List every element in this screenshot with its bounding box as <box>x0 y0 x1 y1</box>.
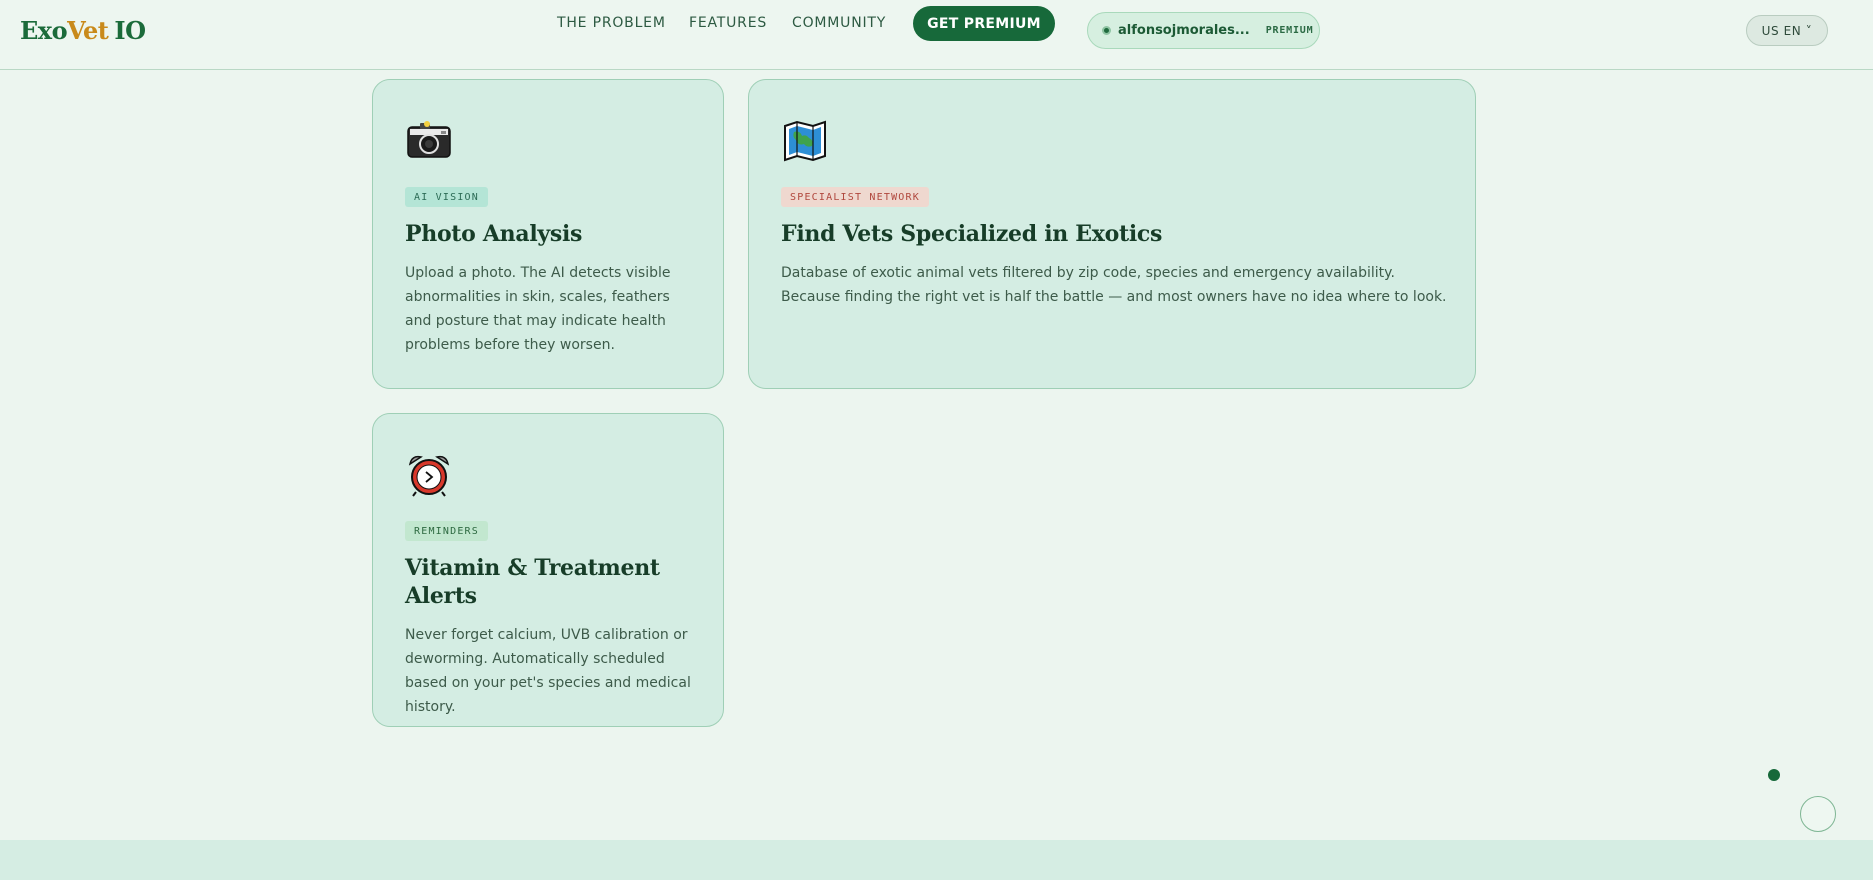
feature-card-find-vets: SPECIALIST NETWORK Find Vets Specialized… <box>748 79 1476 389</box>
card-title: Photo Analysis <box>405 221 583 247</box>
get-premium-button[interactable]: GET PREMIUM <box>913 6 1055 41</box>
nav-the-problem[interactable]: THE PROBLEM <box>557 15 666 31</box>
card-tag: AI VISION <box>405 187 488 207</box>
premium-badge: PREMIUM <box>1265 25 1314 36</box>
floating-action-button[interactable] <box>1800 796 1836 832</box>
card-title: Vitamin & Treatment Alerts <box>405 555 660 609</box>
language-selector[interactable]: US EN ˅ <box>1746 15 1828 46</box>
online-status-dot <box>1102 26 1111 35</box>
logo-part-io: IO <box>114 16 146 45</box>
camera-icon <box>407 121 451 158</box>
card-description: Upload a photo. The AI detects visible a… <box>405 265 671 353</box>
card-description: Database of exotic animal vets filtered … <box>781 265 1447 305</box>
feature-card-vitamin-alerts: REMINDERS Vitamin & Treatment Alerts Nev… <box>372 413 724 727</box>
user-account-pill[interactable]: alfonsojmorales... PREMIUM <box>1087 12 1320 49</box>
alarm-clock-icon <box>408 455 450 497</box>
nav-community[interactable]: COMMUNITY <box>792 15 886 31</box>
map-icon <box>784 120 826 162</box>
feature-card-photo-analysis: AI VISION Photo Analysis Upload a photo.… <box>372 79 724 389</box>
card-title: Find Vets Specialized in Exotics <box>781 221 1163 247</box>
logo-part-exo: Exo <box>20 16 68 45</box>
card-tag: REMINDERS <box>405 521 488 541</box>
logo[interactable]: ExoVet IO <box>20 16 146 45</box>
scroll-indicator-dot[interactable] <box>1768 769 1780 781</box>
footer-section <box>0 840 1873 880</box>
card-description: Never forget calcium, UVB calibration or… <box>405 627 691 715</box>
top-header: ExoVet IO THE PROBLEM FEATURES COMMUNITY … <box>0 0 1873 70</box>
user-name: alfonsojmorales... <box>1118 23 1250 38</box>
nav-features[interactable]: FEATURES <box>689 15 767 31</box>
logo-part-vet: Vet <box>67 16 109 45</box>
card-tag: SPECIALIST NETWORK <box>781 187 929 207</box>
